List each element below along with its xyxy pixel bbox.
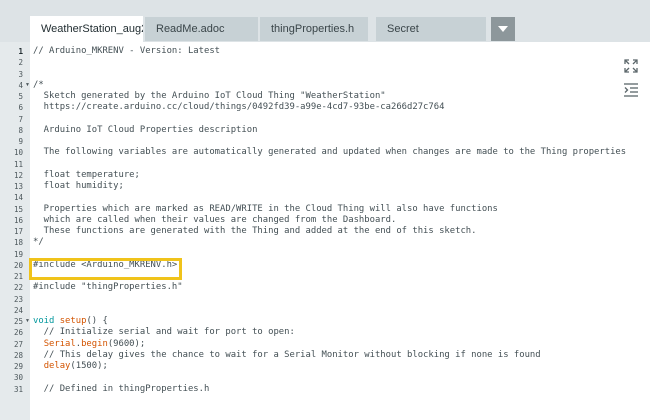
- line-number: 11: [13, 159, 23, 169]
- line-number: 3: [18, 69, 23, 79]
- line-number: 15: [13, 204, 23, 214]
- code-line: /*: [33, 80, 44, 91]
- line-number: 25: [13, 317, 23, 326]
- code-line: float humidity;: [33, 181, 124, 192]
- line-number: 13: [13, 182, 23, 191]
- code-line: #include "thingProperties.h": [33, 282, 183, 293]
- tab-weatherstation-sketch[interactable]: WeatherStation_aug29a: [30, 16, 143, 42]
- chevron-down-icon: [498, 26, 508, 32]
- code-token: Properties which are marked as READ/WRIT…: [33, 203, 498, 214]
- code-line: float temperature;: [33, 170, 140, 181]
- code-line: These functions are generated with the T…: [33, 226, 477, 237]
- code-token: Serial: [43, 338, 76, 349]
- code-line: Serial.begin(9600);: [33, 338, 146, 350]
- code-token: // Defined in thingProperties.h: [33, 383, 210, 394]
- code-token: setup: [59, 316, 87, 326]
- line-number: 12: [13, 170, 23, 180]
- line-number: 2: [18, 58, 23, 68]
- code-token: https://create.arduino.cc/cloud/things/0…: [33, 102, 445, 113]
- tab-readme[interactable]: ReadMe.adoc: [145, 17, 258, 41]
- tab-thing-properties[interactable]: thingProperties.h: [260, 17, 368, 41]
- tab-label: thingProperties.h: [271, 23, 355, 35]
- line-number: 29: [13, 362, 23, 371]
- fold-arrow-icon[interactable]: ▼: [25, 316, 30, 327]
- code-token: float temperature;: [33, 169, 140, 180]
- line-number: 20: [13, 260, 23, 270]
- code-token: (1500);: [70, 361, 108, 371]
- line-number: 31: [13, 384, 23, 394]
- line-number: 22: [13, 283, 23, 293]
- line-number: 30: [13, 373, 23, 383]
- code-token: #include "thingProperties.h": [33, 282, 183, 293]
- include-highlight-box: [29, 258, 182, 280]
- line-number: 9: [18, 137, 23, 146]
- code-token: delay: [43, 361, 71, 371]
- line-number: 5: [18, 92, 23, 101]
- code-token: float humidity;: [33, 181, 124, 191]
- code-line: The following variables are automaticall…: [33, 147, 626, 158]
- code-token: begin: [81, 338, 108, 349]
- code-line: Arduino IoT Cloud Properties description: [33, 124, 258, 136]
- line-number: 21: [13, 272, 23, 281]
- tab-bar: WeatherStation_aug29a ReadMe.adoc thingP…: [0, 0, 650, 42]
- line-number: 14: [13, 193, 23, 203]
- tab-label: Secret: [387, 23, 419, 35]
- line-number: 24: [13, 305, 23, 315]
- code-line: Sketch generated by the Arduino IoT Clou…: [33, 91, 386, 102]
- line-number: 6: [18, 103, 23, 113]
- code-line: // Arduino_MKRENV - Version: Latest: [33, 46, 220, 57]
- code-token: void: [33, 316, 55, 326]
- code-token: // Initialize serial and wait for port t…: [33, 327, 295, 338]
- tab-label: ReadMe.adoc: [156, 23, 225, 35]
- code-token: // This delay gives the chance to wait f…: [33, 349, 541, 360]
- code-token: Sketch generated by the Arduino IoT Clou…: [33, 91, 386, 101]
- line-number: 19: [13, 249, 23, 259]
- line-number-gutter: 1 2 3 4 ▼ 5 6 7 8 9 10 11 12 13 14 15 16 17 18 19 20 21 22 23 24…: [0, 42, 30, 420]
- code-line: */: [33, 237, 44, 248]
- code-token: Arduino IoT Cloud Properties description: [33, 124, 258, 135]
- tab-label: WeatherStation_aug29a: [41, 23, 143, 35]
- code-token: /*: [33, 79, 44, 90]
- line-number: 18: [13, 238, 23, 248]
- tab-secret[interactable]: Secret: [376, 17, 486, 41]
- expand-icon[interactable]: [623, 58, 639, 74]
- tab-menu-button[interactable]: [491, 17, 515, 41]
- line-number: 1: [18, 47, 23, 56]
- fold-arrow-icon[interactable]: ▼: [25, 80, 30, 91]
- code-editor[interactable]: 1 2 3 4 ▼ 5 6 7 8 9 10 11 12 13 14 15 16 17 18 19 20 21 22 23 24…: [0, 42, 650, 420]
- code-line: Properties which are marked as READ/WRIT…: [33, 204, 498, 215]
- code-token: These functions are generated with the T…: [33, 226, 477, 236]
- line-number: 27: [13, 339, 23, 349]
- code-line: which are called when their values are c…: [33, 214, 397, 226]
- line-number: 7: [18, 114, 23, 124]
- code-token: which are called when their values are c…: [33, 214, 397, 225]
- line-number: 16: [13, 215, 23, 225]
- indent-icon[interactable]: [623, 82, 639, 98]
- code-line: delay(1500);: [33, 361, 108, 372]
- line-number: 10: [13, 148, 23, 158]
- line-number: 4: [18, 80, 23, 90]
- code-line: https://create.arduino.cc/cloud/things/0…: [33, 102, 445, 113]
- code-token: The following variables are automaticall…: [33, 147, 627, 158]
- code-token: () {: [86, 316, 108, 326]
- code-line: // Initialize serial and wait for port t…: [33, 327, 295, 338]
- code-line: void setup() {: [33, 316, 108, 327]
- code-line: // This delay gives the chance to wait f…: [33, 350, 541, 361]
- code-token: (9600);: [107, 338, 146, 349]
- line-number: 26: [13, 328, 23, 338]
- line-number: 28: [13, 350, 23, 360]
- code-token: */: [33, 237, 44, 248]
- line-number: 23: [13, 294, 23, 304]
- line-number: 17: [13, 227, 23, 236]
- line-number: 8: [18, 125, 23, 135]
- code-line: // Defined in thingProperties.h: [33, 383, 210, 395]
- code-token: // Arduino_MKRENV - Version: Latest: [33, 46, 221, 56]
